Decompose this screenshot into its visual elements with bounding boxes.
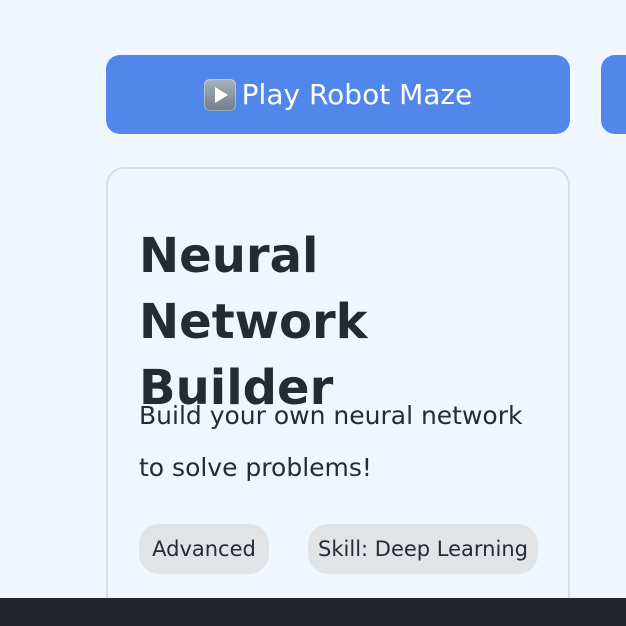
next-game-button[interactable]	[601, 55, 626, 134]
play-robot-maze-button[interactable]: Play Robot Maze	[106, 55, 570, 134]
card-description: Build your own neural network to solve p…	[139, 401, 523, 482]
skill-badge: Skill: Deep Learning	[308, 524, 538, 574]
difficulty-badge: Advanced	[139, 524, 269, 574]
game-card: Neural Network Builder Build your own ne…	[106, 167, 570, 626]
play-icon	[203, 78, 236, 111]
bottom-bar	[0, 598, 626, 626]
game-catalog-page: Play Robot Maze Neural Network Builder B…	[0, 0, 626, 626]
play-button-label: Play Robot Maze	[241, 78, 473, 111]
